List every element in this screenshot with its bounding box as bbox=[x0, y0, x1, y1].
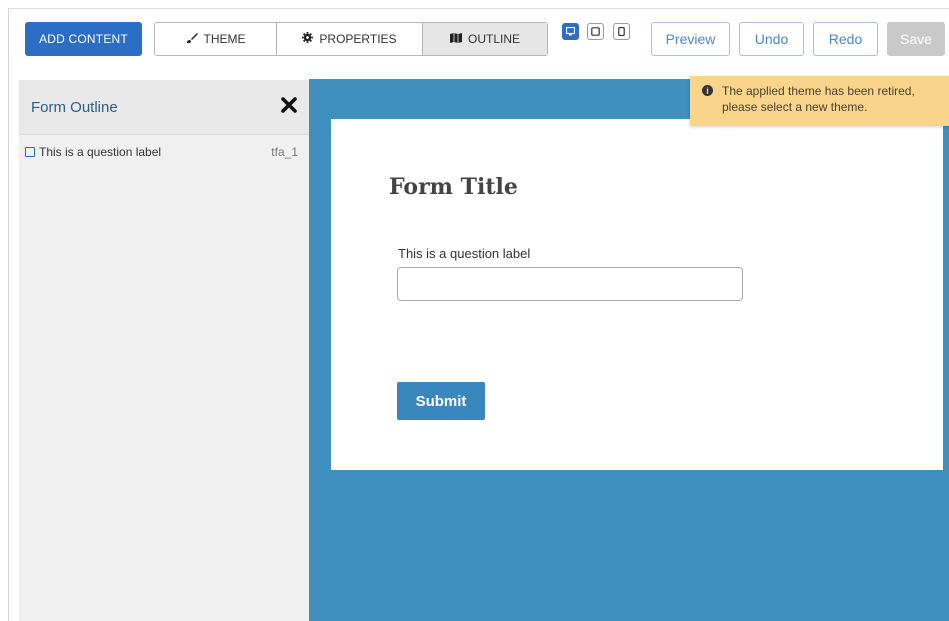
brush-icon bbox=[186, 32, 198, 47]
map-icon bbox=[449, 32, 462, 46]
form-card: Form Title This is a question label Subm… bbox=[331, 119, 943, 470]
phone-view-button[interactable] bbox=[613, 23, 630, 40]
form-title[interactable]: Form Title bbox=[389, 174, 518, 200]
outline-item-id: tfa_1 bbox=[271, 145, 298, 159]
undo-button[interactable]: Undo bbox=[739, 22, 804, 56]
tab-properties[interactable]: PROPERTIES bbox=[276, 23, 422, 55]
checkbox-icon bbox=[25, 147, 35, 157]
outline-item-left: This is a question label bbox=[25, 145, 161, 159]
save-button[interactable]: Save bbox=[887, 22, 945, 56]
tablet-view-button[interactable] bbox=[587, 23, 604, 40]
tablet-icon bbox=[591, 23, 600, 41]
add-content-button[interactable]: ADD CONTENT bbox=[25, 22, 142, 56]
question-label[interactable]: This is a question label bbox=[398, 246, 530, 261]
tab-outline[interactable]: OUTLINE bbox=[422, 23, 547, 55]
tab-outline-label: OUTLINE bbox=[467, 32, 520, 46]
info-icon: i bbox=[702, 85, 713, 96]
preview-button[interactable]: Preview bbox=[651, 22, 730, 56]
desktop-icon bbox=[565, 23, 576, 41]
submit-button[interactable]: Submit bbox=[397, 382, 485, 420]
view-mode-tabs: THEME PROPERTIES OUTLINE bbox=[154, 22, 548, 56]
theme-retired-notice: i The applied theme has been retired, pl… bbox=[690, 76, 949, 126]
question-input[interactable] bbox=[397, 267, 743, 301]
form-outline-header: Form Outline bbox=[19, 80, 309, 135]
outline-item-label: This is a question label bbox=[39, 145, 162, 159]
redo-button[interactable]: Redo bbox=[813, 22, 878, 56]
tab-properties-label: PROPERTIES bbox=[319, 32, 397, 46]
desktop-view-button[interactable] bbox=[562, 23, 579, 40]
form-outline-panel: Form Outline This is a question label tf… bbox=[19, 80, 309, 621]
close-icon[interactable] bbox=[281, 96, 297, 118]
outline-item[interactable]: This is a question label tfa_1 bbox=[19, 135, 309, 159]
phone-icon bbox=[618, 23, 625, 41]
notice-text: The applied theme has been retired, plea… bbox=[722, 84, 915, 114]
gear-icon bbox=[302, 32, 314, 46]
tab-theme-label: THEME bbox=[203, 32, 246, 46]
tab-theme[interactable]: THEME bbox=[155, 23, 276, 55]
form-outline-title: Form Outline bbox=[31, 98, 118, 116]
